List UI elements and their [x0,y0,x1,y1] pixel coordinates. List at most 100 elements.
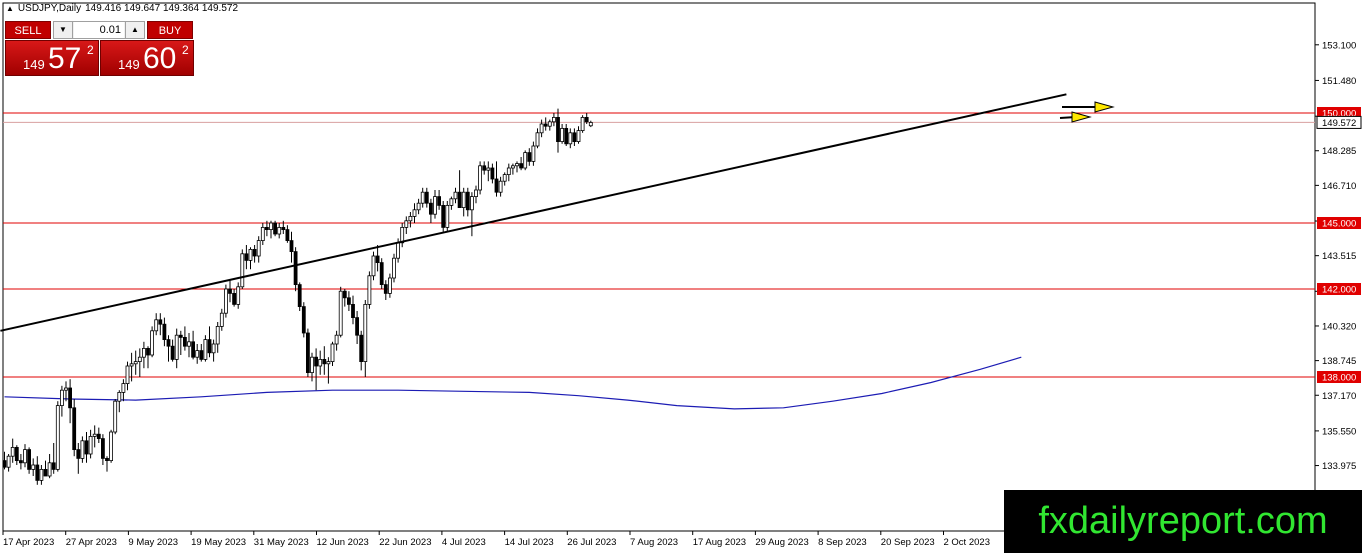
bullish-candle [535,132,540,147]
bearish-candle [84,440,89,455]
bullish-candle [260,226,265,241]
symbol-label: USDJPY,Daily [17,3,82,14]
bullish-candle [363,303,368,362]
bullish-candle [523,152,528,169]
bullish-candle [277,226,282,235]
bullish-candle [539,123,544,134]
bullish-candle [240,253,245,288]
level-price-tag-label: 145.000 [1322,219,1356,230]
bearish-candle [273,222,278,235]
bearish-candle [527,152,532,162]
bearish-candle [232,292,237,305]
bullish-candle [6,455,11,468]
lot-size-stepper[interactable]: ▼ 0.01 ▲ [53,21,145,39]
sell-button[interactable]: SELL [5,21,51,39]
chart-window: 153.100151.480149.855148.285146.710145.0… [0,0,1362,553]
bearish-candle [182,336,187,347]
y-tick-label: 138.745 [1322,356,1356,367]
bearish-candle [346,297,351,305]
bullish-candle [588,122,593,127]
bearish-candle [305,332,310,373]
bullish-candle [55,405,60,470]
buy-price-handle: 149 [118,57,140,72]
bullish-candle [449,198,454,206]
bearish-candle [556,117,560,143]
y-tick-label: 133.975 [1322,461,1356,472]
bearish-candle [543,123,548,127]
bullish-candle [117,391,122,402]
bearish-candle [351,303,355,318]
bullish-candle [461,191,466,208]
x-tick-label: 20 Sep 2023 [881,537,935,548]
bullish-candle [392,257,396,279]
plot-frame [2,2,1316,532]
bullish-candle [219,312,224,327]
y-tick-label: 148.285 [1322,146,1356,157]
ohlc-readout: 149.416 149.647 149.364 149.572 [85,3,239,14]
bullish-candle [330,343,335,363]
bullish-candle [387,277,392,294]
decrease-lot-icon[interactable]: ▼ [54,22,73,38]
bullish-candle [137,356,142,363]
bearish-candle [27,449,32,470]
bearish-candle [68,387,72,409]
bullish-candle [203,339,208,360]
bullish-candle [10,446,15,457]
bearish-candle [76,449,81,459]
bullish-candle [236,286,241,305]
bullish-candle [498,180,503,193]
bearish-candle [281,226,286,230]
bearish-candle [494,178,499,193]
bullish-candle [433,196,437,215]
sell-price-button[interactable]: 149 57 2 [5,40,99,76]
bearish-candle [191,341,196,358]
bearish-candle [457,191,462,208]
bearish-candle [465,191,470,211]
y-tick-label: 143.515 [1322,251,1356,262]
bullish-candle [510,165,515,169]
x-tick-label: 19 May 2023 [191,537,246,548]
increase-lot-icon[interactable]: ▲ [125,22,144,38]
bullish-candle [248,248,253,261]
bullish-candle [412,209,417,217]
bearish-candle [244,253,249,261]
bearish-candle [43,468,48,477]
bearish-candle [158,319,163,325]
bearish-candle [441,204,446,228]
buy-price-button[interactable]: 149 60 2 [100,40,194,76]
bullish-candle [502,174,507,182]
x-tick-label: 12 Jun 2023 [317,537,369,548]
bullish-candle [404,220,409,228]
y-tick-label: 137.170 [1322,391,1356,402]
bullish-candle [531,145,536,162]
x-tick-label: 7 Aug 2023 [630,537,678,548]
bullish-candle [80,440,85,459]
buy-button[interactable]: BUY [147,21,193,39]
price-chart[interactable]: 153.100151.480149.855148.285146.710145.0… [0,0,1362,553]
bearish-candle [437,196,442,206]
y-tick-label: 151.480 [1322,76,1356,87]
bullish-candle [187,341,191,347]
bullish-candle [560,127,564,142]
bearish-candle [264,226,269,230]
bullish-candle [416,202,421,211]
bullish-candle [318,358,323,367]
collapse-triangle-icon[interactable]: ▲ [6,4,14,13]
bearish-candle [72,407,77,450]
bullish-candle [195,350,200,358]
x-tick-label: 8 Sep 2023 [818,537,867,548]
y-tick-label: 140.320 [1322,321,1356,332]
bullish-candle [478,165,483,191]
lot-size-input[interactable]: 0.01 [74,22,124,38]
bearish-candle [355,317,360,336]
bullish-candle [23,449,27,464]
bearish-candle [293,251,298,286]
bullish-candle [31,464,36,470]
bearish-candle [572,132,577,143]
bullish-candle [552,117,556,123]
bullish-candle [121,383,126,393]
bullish-candle [109,431,113,462]
bullish-candle [60,389,64,407]
bearish-candle [162,323,167,341]
bearish-candle [14,446,19,461]
